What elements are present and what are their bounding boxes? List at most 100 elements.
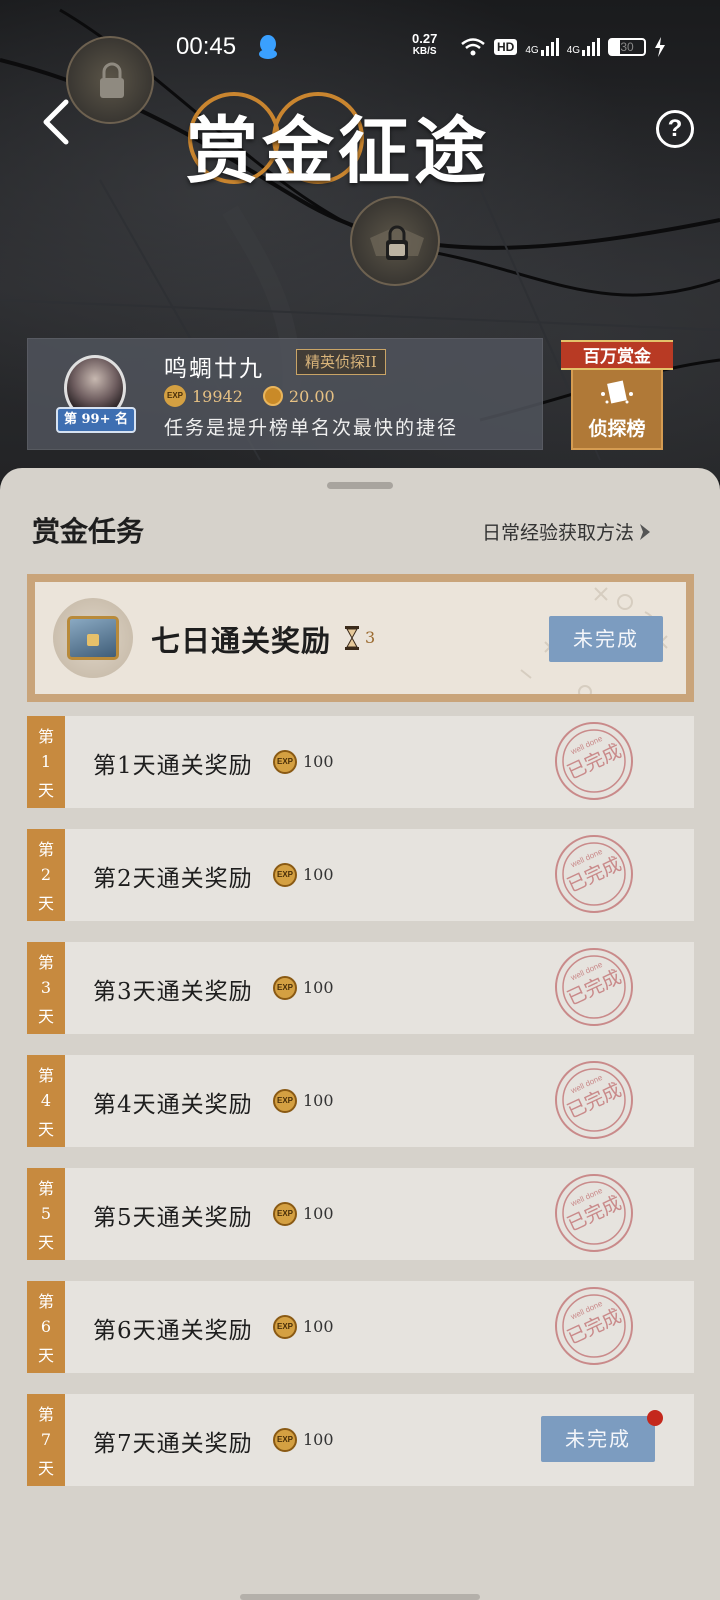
back-button[interactable]	[38, 96, 78, 148]
exp-icon: EXP	[273, 1428, 297, 1452]
day-tab-char: 3	[40, 978, 52, 998]
completed-stamp: well done 已完成	[553, 1059, 635, 1141]
exp-reward-value: 100	[303, 978, 334, 997]
day-reward-label: 第2天通关奖励	[93, 866, 253, 892]
day-reward-row: 第 7 天 第7天通关奖励 EXP 100 未完成	[27, 1394, 694, 1486]
section-title: 赏金任务	[32, 515, 145, 548]
day-tab-char: 1	[40, 752, 52, 772]
day-tab: 第 4 天	[27, 1055, 65, 1147]
day-status-button[interactable]: 未完成	[541, 1416, 655, 1462]
day-tab-char: 天	[37, 781, 54, 801]
completed-stamp: well done 已完成	[553, 946, 635, 1028]
day-tab-char: 天	[37, 1346, 54, 1366]
signal-icon: 4G	[567, 38, 601, 56]
day-tab-char: 第	[37, 726, 54, 746]
day-tab-char: 第	[37, 1291, 54, 1311]
day-tab: 第 5 天	[27, 1168, 65, 1260]
day-tab-char: 第	[37, 952, 54, 972]
day-reward-row: 第 6 天 第6天通关奖励 EXP 100 well done 已完成	[27, 1281, 694, 1373]
leaderboard-ribbon: 百万赏金	[561, 340, 673, 370]
user-stats: EXP 19942 20.00	[164, 385, 335, 407]
drag-handle[interactable]	[327, 482, 393, 489]
day-tab-char: 6	[40, 1317, 52, 1337]
exp-icon: EXP	[273, 1202, 297, 1226]
day-reward-label: 第1天通关奖励	[93, 753, 253, 779]
day-tab-char: 第	[37, 1404, 54, 1424]
day-tab-char: 5	[40, 1204, 52, 1224]
exp-reward-value: 100	[303, 865, 334, 884]
battery-icon: 30	[608, 38, 647, 56]
hourglass-icon	[345, 626, 359, 650]
day-tab: 第 6 天	[27, 1281, 65, 1373]
bonus-status-button[interactable]: 未完成	[549, 616, 663, 662]
chevron-right-icon	[640, 523, 651, 540]
day-reward-row: 第 1 天 第1天通关奖励 EXP 100 well done 已完成	[27, 716, 694, 808]
lock-icon	[370, 225, 424, 260]
user-name: 鸣蜩廿九	[164, 356, 264, 382]
day-tab: 第 1 天	[27, 716, 65, 808]
day-tab-char: 第	[37, 1065, 54, 1085]
day-reward-label: 第7天通关奖励	[93, 1431, 253, 1457]
charging-icon	[655, 37, 666, 57]
leaderboard-label: 侦探榜	[588, 418, 646, 440]
completed-stamp: well done 已完成	[553, 720, 635, 802]
day-reward-row: 第 3 天 第3天通关奖励 EXP 100 well done 已完成	[27, 942, 694, 1034]
detective-icon	[601, 380, 633, 404]
coin-icon	[262, 386, 283, 406]
home-indicator	[240, 1594, 480, 1600]
day-reward-row: 第 4 天 第4天通关奖励 EXP 100 well done 已完成	[27, 1055, 694, 1147]
day-tab: 第 3 天	[27, 942, 65, 1034]
treasure-chest-icon	[53, 598, 133, 678]
hero-map-area: 00:45 0.27 KB/S HD 4G 4G 30 赏金征途 ? 第 99+…	[0, 0, 720, 480]
day-reward-label: 第6天通关奖励	[93, 1318, 253, 1344]
exp-reward-value: 100	[303, 1317, 334, 1336]
day-reward-row: 第 2 天 第2天通关奖励 EXP 100 well done 已完成	[27, 829, 694, 921]
exp-reward-value: 100	[303, 1091, 334, 1110]
day-tab: 第 7 天	[27, 1394, 65, 1486]
completed-stamp: well done 已完成	[553, 1172, 635, 1254]
coin-value: 20.00	[288, 386, 335, 406]
leaderboard-button[interactable]: 百万赏金 侦探榜	[561, 340, 673, 450]
exp-reward-value: 100	[303, 752, 334, 771]
bonus-count: 3	[365, 628, 376, 647]
hd-badge: HD	[494, 39, 518, 55]
day-tab: 第 2 天	[27, 829, 65, 921]
exp-reward-value: 100	[303, 1430, 334, 1449]
bonus-title: 七日通关奖励	[151, 624, 332, 658]
exp-icon: EXP	[273, 750, 297, 774]
day-tab-char: 天	[37, 1459, 54, 1479]
day-tab-char: 天	[37, 1233, 54, 1253]
day-tab-char: 天	[37, 894, 54, 914]
exp-icon: EXP	[273, 863, 297, 887]
status-time: 00:45	[176, 33, 237, 60]
help-button[interactable]: ?	[656, 110, 694, 148]
signal-icon: 4G	[525, 38, 559, 56]
exp-icon: EXP	[164, 385, 186, 407]
network-speed: 0.27 KB/S	[412, 31, 438, 57]
wifi-icon	[461, 38, 485, 56]
page-title: 赏金征途	[186, 88, 526, 193]
exp-reward-value: 100	[303, 1204, 334, 1223]
notification-dot	[647, 1410, 663, 1426]
day-tab-char: 4	[40, 1091, 52, 1111]
profile-tagline: 任务是提升榜单名次最快的捷径	[164, 417, 459, 439]
exp-icon: EXP	[273, 1089, 297, 1113]
exp-value: 19942	[192, 386, 243, 406]
day-tab-char: 第	[37, 1178, 54, 1198]
locked-node-2[interactable]	[350, 196, 440, 286]
task-sheet: 赏金任务 日常经验获取方法 七日通关奖励 3 未完成 第 1 天 第1天通关奖励…	[0, 468, 720, 1600]
exp-method-link[interactable]: 日常经验获取方法	[482, 518, 652, 545]
status-bar: 00:45 0.27 KB/S HD 4G 4G 30	[0, 0, 720, 96]
day-reward-row: 第 5 天 第5天通关奖励 EXP 100 well done 已完成	[27, 1168, 694, 1260]
exp-icon: EXP	[273, 976, 297, 1000]
day-tab-char: 第	[37, 839, 54, 859]
exp-icon: EXP	[273, 1315, 297, 1339]
day-tab-char: 天	[37, 1120, 54, 1140]
day-tab-char: 7	[40, 1430, 52, 1450]
detective-title-badge: 精英侦探II	[296, 349, 386, 375]
day-tab-char: 2	[40, 865, 52, 885]
day-tab-char: 天	[37, 1007, 54, 1027]
day-reward-label: 第4天通关奖励	[93, 1092, 253, 1118]
completed-stamp: well done 已完成	[553, 1285, 635, 1367]
seven-day-bonus-card: 七日通关奖励 3 未完成	[27, 574, 694, 702]
